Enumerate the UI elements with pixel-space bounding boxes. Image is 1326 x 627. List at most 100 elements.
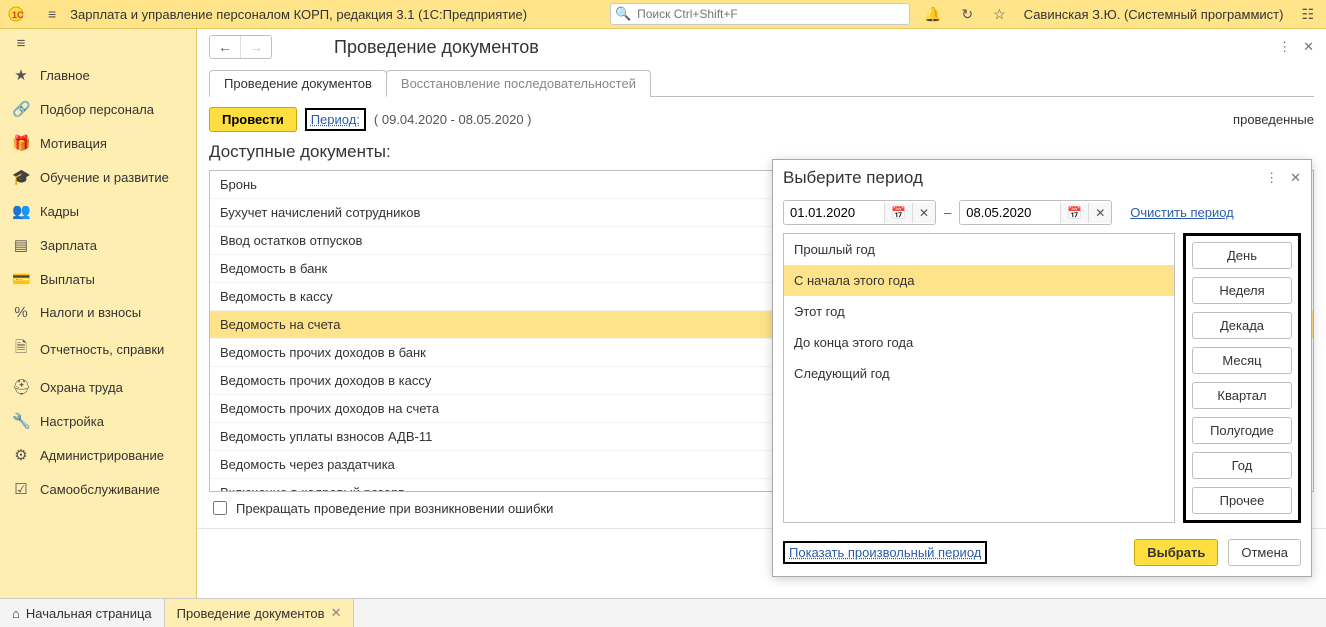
sidebar-item-label: Подбор персонала [40,102,154,117]
svg-text:1С: 1С [12,10,24,20]
sidebar-item-label: Главное [40,68,90,83]
nav-back-button[interactable]: ← [210,36,240,58]
search-input[interactable] [635,6,905,22]
page-more-icon[interactable]: ⋮ [1278,39,1291,55]
cancel-button[interactable]: Отмена [1228,539,1301,566]
sidebar-item-label: Налоги и взносы [40,305,141,320]
logo-1c: 1С [6,4,34,24]
page-close-icon[interactable]: ✕ [1303,39,1314,55]
window-settings-icon[interactable]: ☷ [1295,4,1320,25]
period-link-box: Период: [305,108,366,131]
sidebar-item[interactable]: % Налоги и взносы [0,296,196,329]
toolbar-trailing-text: проведенные [1233,112,1314,127]
date-from-group: 📅 ✕ [783,200,936,225]
sidebar-item-label: Обучение и развитие [40,170,169,185]
preset-row[interactable]: До конца этого года [784,327,1174,358]
sidebar-item[interactable]: ☑Самообслуживание [0,472,196,506]
sidebar-item[interactable]: 🎁Мотивация [0,126,196,160]
presets-list[interactable]: Прошлый годС начала этого годаЭтот годДо… [783,233,1175,523]
sidebar-item[interactable]: 🔧Настройка [0,404,196,438]
preset-row[interactable]: Этот год [784,296,1174,327]
tabstrip: Проведение документовВосстановление посл… [209,69,1314,97]
sidebar-item-label: Отчетность, справки [40,342,164,357]
sidebar-item[interactable]: 🗎Отчетность, справки [0,329,196,370]
sidebar-item[interactable]: 👥Кадры [0,194,196,228]
stop-on-error-checkbox[interactable] [213,501,227,515]
quick-button[interactable]: Декада [1192,312,1292,339]
quick-button[interactable]: Полугодие [1192,417,1292,444]
burger-icon: ≡ [12,35,30,52]
bottom-tab-close-icon[interactable]: ✕ [331,605,342,621]
dash: – [944,205,951,220]
tab[interactable]: Проведение документов [209,70,387,97]
sidebar-item[interactable]: ⛑Охрана труда [0,370,196,404]
period-dialog: Выберите период ⋮ ✕ 📅 ✕ – 📅 [772,159,1312,577]
bottom-tab-label: Проведение документов [177,606,325,621]
sidebar-item-icon: 🎁 [12,134,30,152]
history-icon[interactable]: ↻ [955,4,979,25]
quick-button[interactable]: День [1192,242,1292,269]
date-range-row: 📅 ✕ – 📅 ✕ Очистить период [773,196,1311,233]
date-from-clear-icon[interactable]: ✕ [912,203,935,223]
bottom-tab[interactable]: Проведение документов ✕ [165,599,355,627]
preset-row[interactable]: Следующий год [784,358,1174,389]
sidebar-item-icon: 👥 [12,202,30,220]
quick-button[interactable]: Прочее [1192,487,1292,514]
run-button[interactable]: Провести [209,107,297,132]
sidebar-item-label: Администрирование [40,448,164,463]
quick-button[interactable]: Месяц [1192,347,1292,374]
sidebar-item[interactable]: 🔗 Подбор персонала [0,92,196,126]
date-from-calendar-icon[interactable]: 📅 [884,203,912,223]
sidebar-item[interactable]: 💳 Выплаты [0,262,196,296]
toolbar: Провести Период: ( 09.04.2020 - 08.05.20… [197,97,1326,138]
bottom-tab[interactable]: ⌂Начальная страница [0,599,165,627]
arbitrary-period-link[interactable]: Показать произвольный период [789,545,981,560]
star-icon[interactable]: ☆ [987,4,1012,25]
bell-icon[interactable]: 🔔 [918,4,947,25]
user-label[interactable]: Савинская З.Ю. (Системный программист) [1020,7,1288,22]
date-to-clear-icon[interactable]: ✕ [1088,203,1111,223]
sidebar-toggle[interactable]: ≡ [0,29,196,58]
sidebar-item-label: Зарплата [40,238,97,253]
nav-forward-button[interactable]: → [240,36,271,58]
dialog-close-icon[interactable]: ✕ [1290,170,1301,186]
stop-on-error-label: Прекращать проведение при возникновении … [236,501,553,516]
sidebar-item[interactable]: ⚙ Администрирование [0,438,196,472]
menu-icon[interactable]: ≡ [42,4,62,24]
tab[interactable]: Восстановление последовательностей [386,70,651,97]
sidebar-item-label: Выплаты [40,272,95,287]
sidebar-item-icon: ☑ [12,480,30,498]
arbitrary-period-box: Показать произвольный период [783,541,987,564]
global-search[interactable]: 🔍 [610,3,910,25]
clear-period-link[interactable]: Очистить период [1130,205,1234,220]
period-range-text: ( 09.04.2020 - 08.05.2020 ) [374,112,532,127]
dialog-header: Выберите период ⋮ ✕ [773,160,1311,196]
quick-button[interactable]: Квартал [1192,382,1292,409]
date-to-input[interactable] [960,201,1060,224]
select-button[interactable]: Выбрать [1134,539,1218,566]
sidebar: ≡ ★Главное 🔗 Подбор персонала 🎁Мотивация 🎓 Об… [0,29,197,598]
content-area: ← → Проведение документов ⋮ ✕ Проведение… [197,29,1326,598]
preset-row[interactable]: Прошлый год [784,234,1174,265]
quick-button[interactable]: Неделя [1192,277,1292,304]
period-link[interactable]: Период: [311,112,360,127]
content-header: ← → Проведение документов ⋮ ✕ [197,29,1326,59]
sidebar-item-icon: 🔗 [12,100,30,118]
sidebar-item[interactable]: 🎓 Обучение и развитие [0,160,196,194]
sidebar-item-icon: 🎓 [12,168,30,186]
preset-row[interactable]: С начала этого года [784,265,1174,296]
quick-button[interactable]: Год [1192,452,1292,479]
dialog-body: Прошлый годС начала этого годаЭтот годДо… [773,233,1311,531]
sidebar-item-icon: 💳 [12,270,30,288]
sidebar-item-icon: ⚙ [12,446,30,464]
sidebar-item[interactable]: ★Главное [0,58,196,92]
sidebar-item[interactable]: ▤Зарплата [0,228,196,262]
titlebar: 1С ≡ Зарплата и управление персоналом КО… [0,0,1326,29]
dialog-more-icon[interactable]: ⋮ [1265,170,1278,186]
sidebar-item-label: Настройка [40,414,104,429]
date-from-input[interactable] [784,201,884,224]
date-to-calendar-icon[interactable]: 📅 [1060,203,1088,223]
sidebar-item-label: Охрана труда [40,380,123,395]
date-to-group: 📅 ✕ [959,200,1112,225]
sidebar-item-icon: % [12,304,30,321]
